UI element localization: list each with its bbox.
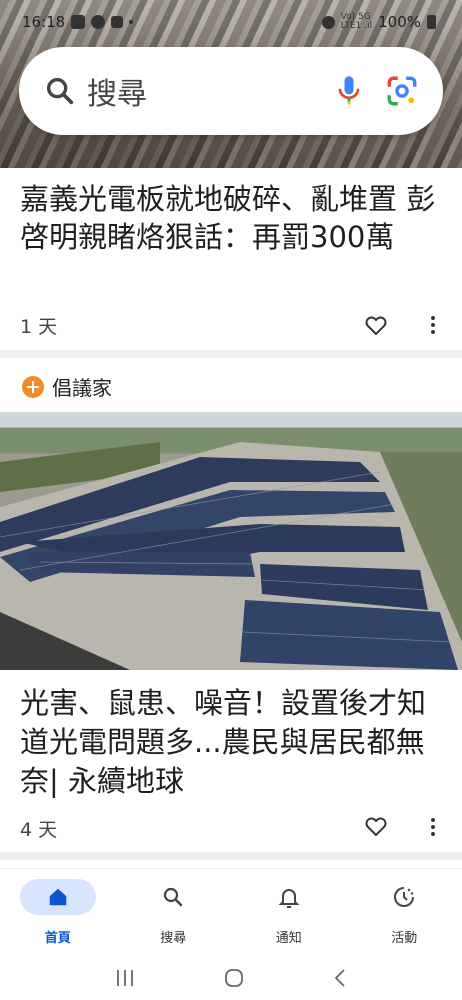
heart-icon[interactable]	[364, 314, 388, 336]
nav-notifications[interactable]: 通知	[241, 879, 337, 946]
facebook-notification-icon	[91, 15, 106, 29]
gallery-notification-icon	[71, 15, 86, 29]
play-notification-icon	[111, 16, 124, 28]
search-icon	[164, 887, 183, 907]
status-bar: 16:18 Vo) 5G LTE1 .ıl 100%	[0, 0, 462, 44]
bottom-navigation: 首頁 搜尋 通知 活動	[0, 868, 462, 956]
google-discover-screen: 16:18 Vo) 5G LTE1 .ıl 100% 搜尋 嘉義光電板就地破碎、…	[0, 0, 462, 1000]
nav-activity-pill[interactable]	[366, 879, 442, 915]
nav-home[interactable]: 首頁	[10, 879, 106, 946]
back-icon[interactable]	[333, 968, 347, 988]
nav-home-pill[interactable]	[19, 879, 96, 915]
bell-icon	[278, 889, 300, 908]
more-notifications-dot-icon	[129, 20, 134, 24]
nav-search-pill[interactable]	[135, 879, 211, 915]
article-1-age: 1 天	[20, 316, 58, 338]
battery-icon	[427, 15, 436, 29]
signal-text-2: LTE1 .ıl	[340, 21, 373, 31]
search-placeholder[interactable]: 搜尋	[87, 69, 335, 113]
status-left: 16:18	[22, 13, 134, 31]
voice-search-mic-icon[interactable]	[335, 74, 363, 108]
search-bar[interactable]: 搜尋	[19, 47, 443, 135]
nav-activity-label: 活動	[391, 931, 418, 946]
nav-activity[interactable]: 活動	[356, 879, 452, 946]
card-divider	[0, 350, 462, 358]
nav-notifications-label: 通知	[275, 931, 302, 946]
battery-percent: 100%	[378, 13, 421, 31]
article-2-title[interactable]: 光害、鼠患、噪音！設置後才知道光電問題多...農民與居民都無奈| 永續地球	[20, 684, 440, 801]
status-right: Vo) 5G LTE1 .ıl 100%	[321, 13, 436, 31]
more-options-icon[interactable]	[430, 818, 436, 836]
article-2-source-name: 倡議家	[52, 376, 112, 400]
nav-home-label: 首頁	[44, 931, 71, 946]
article-2-image[interactable]	[0, 412, 462, 670]
nav-notifications-pill[interactable]	[251, 879, 327, 915]
nav-search[interactable]: 搜尋	[125, 879, 221, 946]
status-time: 16:18	[22, 13, 66, 31]
recent-apps-icon[interactable]	[115, 969, 135, 987]
home-button-icon[interactable]	[224, 968, 244, 988]
card-divider	[0, 852, 462, 860]
search-icon	[46, 77, 74, 105]
heart-icon[interactable]	[364, 815, 388, 837]
system-navigation-bar	[0, 956, 462, 1000]
alarm-icon	[321, 15, 335, 29]
google-lens-icon[interactable]	[385, 74, 419, 108]
nav-search-label: 搜尋	[160, 931, 187, 946]
solar-panels-roof-illustration	[0, 442, 462, 670]
article-2-age: 4 天	[20, 819, 58, 841]
article-1-title[interactable]: 嘉義光電板就地破碎、亂堆置 彭啓明親睹烙狠話：再罰300萬	[20, 180, 440, 256]
activity-icon	[394, 887, 415, 907]
home-icon	[49, 888, 66, 906]
source-logo-icon	[22, 375, 44, 398]
article-2-source[interactable]: 倡議家	[22, 372, 112, 401]
more-options-icon[interactable]	[430, 316, 436, 334]
network-indicator: Vo) 5G LTE1 .ıl	[341, 13, 372, 31]
